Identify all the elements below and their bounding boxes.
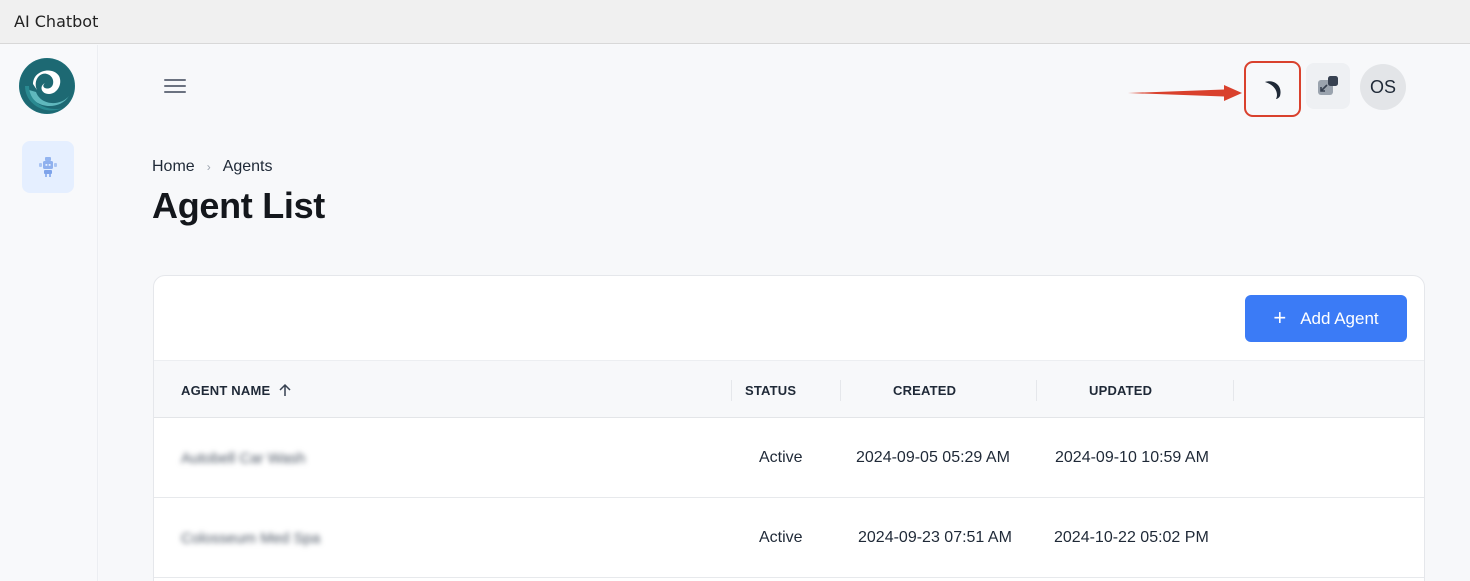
swirl-logo[interactable] bbox=[19, 56, 76, 116]
exit-fullscreen-icon bbox=[1318, 76, 1338, 95]
column-divider bbox=[840, 380, 841, 401]
created-cell: 2024-09-05 05:29 AM bbox=[856, 449, 1010, 466]
page-title: Agent List bbox=[152, 185, 325, 226]
column-header-created[interactable]: CREATED bbox=[893, 361, 956, 419]
add-agent-label: Add Agent bbox=[1300, 308, 1379, 328]
created-cell: 2024-09-23 07:51 AM bbox=[858, 529, 1012, 546]
column-divider bbox=[1233, 380, 1234, 401]
robot-icon bbox=[39, 157, 57, 177]
annotation-arrow bbox=[1128, 85, 1242, 101]
hamburger-icon[interactable] bbox=[164, 75, 190, 97]
agent-name-cell[interactable]: Colosseum Med Spa bbox=[181, 498, 320, 578]
column-header-agent-name[interactable]: AGENT NAME bbox=[181, 361, 292, 419]
breadcrumb-separator: › bbox=[206, 160, 211, 174]
table-row[interactable]: Colosseum Med Spa Active 2024-09-23 07:5… bbox=[154, 498, 1424, 578]
column-divider bbox=[731, 380, 732, 401]
column-divider bbox=[1036, 380, 1037, 401]
window-titlebar: AI Chatbot bbox=[0, 0, 1470, 44]
breadcrumb: Home › Agents bbox=[152, 158, 273, 176]
updated-cell: 2024-09-10 10:59 AM bbox=[1055, 449, 1209, 466]
table-row[interactable]: Autobell Car Wash Active 2024-09-05 05:2… bbox=[154, 418, 1424, 498]
column-header-updated[interactable]: UPDATED bbox=[1089, 361, 1152, 419]
agent-table-card: + Add Agent AGENT NAME STATUS CREATED UP… bbox=[153, 275, 1425, 581]
moon-icon bbox=[1264, 81, 1281, 99]
user-avatar[interactable]: OS bbox=[1360, 64, 1406, 110]
column-header-status[interactable]: STATUS bbox=[745, 361, 796, 419]
sidebar-item-agents[interactable] bbox=[22, 141, 74, 193]
arrow-up-icon bbox=[279, 383, 291, 396]
updated-cell: 2024-10-22 05:02 PM bbox=[1054, 529, 1209, 546]
breadcrumb-home[interactable]: Home bbox=[152, 158, 195, 176]
theme-toggle-button[interactable] bbox=[1244, 61, 1301, 117]
agent-name-cell[interactable]: Autobell Car Wash bbox=[181, 418, 306, 498]
fullscreen-button[interactable] bbox=[1306, 63, 1350, 109]
main-content: OS Home › Agents Agent List + Add Agent … bbox=[99, 45, 1470, 581]
table-header: AGENT NAME STATUS CREATED UPDATED bbox=[154, 360, 1424, 419]
sidebar bbox=[0, 45, 98, 581]
status-cell: Active bbox=[759, 449, 803, 466]
plus-icon: + bbox=[1273, 304, 1287, 330]
add-agent-button[interactable]: + Add Agent bbox=[1245, 295, 1407, 342]
breadcrumb-current: Agents bbox=[222, 158, 273, 175]
status-cell: Active bbox=[759, 529, 803, 546]
window-title: AI Chatbot bbox=[14, 12, 99, 31]
